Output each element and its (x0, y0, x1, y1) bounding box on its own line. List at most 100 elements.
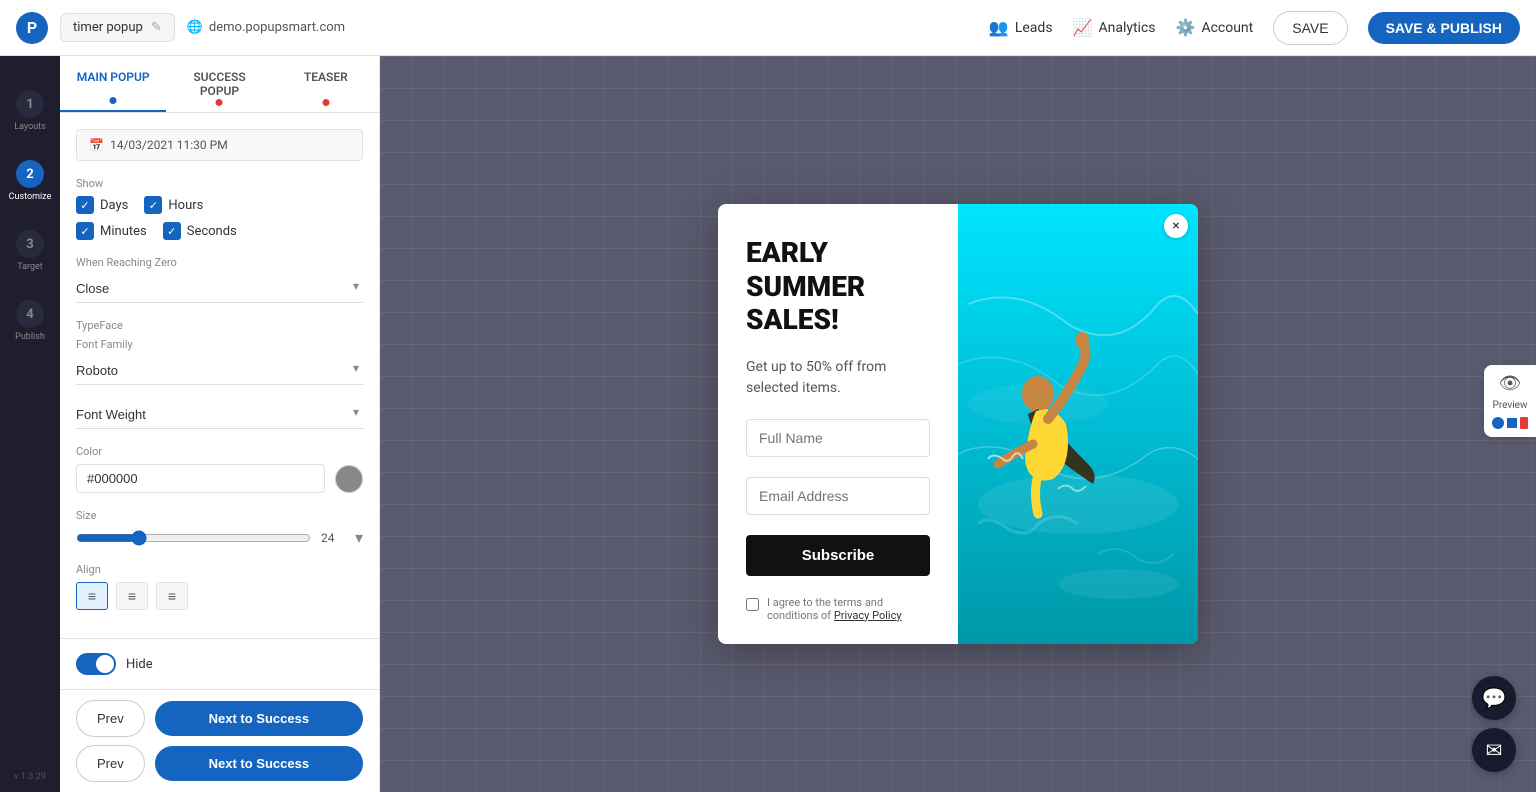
hours-checkbox[interactable]: ✓ (144, 196, 162, 214)
font-family-select[interactable]: Roboto Arial Georgia (76, 357, 363, 385)
minutes-checkbox[interactable]: ✓ (76, 222, 94, 240)
preview-dot-tablet[interactable] (1507, 418, 1517, 428)
sidebar-icons: 1 Layouts 2 Customize 3 Target 4 Publish… (0, 56, 60, 792)
font-weight-select[interactable]: Font Weight 400 700 (76, 401, 363, 429)
popup-subtext: Get up to 50% off from selected items. (746, 357, 930, 399)
align-center-button[interactable]: ≡ (116, 582, 148, 610)
full-name-input[interactable] (746, 419, 930, 457)
popup-left: EARLY SUMMER SALES! Get up to 50% off fr… (718, 204, 958, 644)
font-weight-group: Font Weight 400 700 (76, 401, 363, 429)
analytics-icon: 📈 (1073, 18, 1093, 37)
sidebar-item-publish[interactable]: 4 Publish (0, 286, 60, 356)
hide-toggle[interactable] (76, 653, 116, 675)
popup-name-display[interactable]: timer popup ✎ (60, 13, 175, 42)
popup-headline: EARLY SUMMER SALES! (746, 236, 930, 337)
color-row: #000000 (76, 464, 363, 493)
prev-button-2[interactable]: Prev (76, 745, 145, 782)
save-publish-button[interactable]: SAVE & PUBLISH (1368, 12, 1520, 44)
days-label: Days (100, 198, 128, 213)
color-swatch[interactable] (335, 465, 363, 493)
sidebar-item-customize[interactable]: 2 Customize (0, 146, 60, 216)
close-icon: × (1172, 218, 1179, 234)
show-seconds[interactable]: ✓ Seconds (163, 222, 237, 240)
tab-teaser-label: TEASER (304, 70, 348, 84)
align-row: ≡ ≡ ≡ (76, 582, 363, 610)
size-slider[interactable] (76, 530, 311, 546)
prev-button-1[interactable]: Prev (76, 700, 145, 737)
when-reaching-zero-select[interactable]: Close Redirect Hide (76, 275, 363, 303)
size-group: Size 24 ▾ (76, 509, 363, 547)
url-text: demo.popupsmart.com (209, 20, 345, 35)
show-minutes[interactable]: ✓ Minutes (76, 222, 147, 240)
show-hours[interactable]: ✓ Hours (144, 196, 203, 214)
account-icon: ⚙️ (1176, 18, 1196, 37)
when-reaching-zero-label: When Reaching Zero (76, 256, 363, 269)
typeface-group: TypeFace Font Family Roboto Arial Georgi… (76, 319, 363, 385)
analytics-label: Analytics (1098, 20, 1155, 36)
bottom-nav-row-1: Prev Next to Success (76, 700, 363, 737)
days-checkbox[interactable]: ✓ (76, 196, 94, 214)
popup-image (958, 204, 1198, 644)
email-address-input[interactable] (746, 477, 930, 515)
tab-main-popup[interactable]: MAIN POPUP (60, 56, 166, 112)
align-left-button[interactable]: ≡ (76, 582, 108, 610)
when-reaching-zero-select-wrapper: Close Redirect Hide (76, 275, 363, 303)
preview-dot-desktop[interactable] (1492, 417, 1504, 429)
preview-toggle[interactable]: 👁 Preview (1484, 365, 1536, 437)
popup-close-button[interactable]: × (1164, 214, 1188, 238)
nav-leads[interactable]: 👥 Leads (989, 18, 1053, 37)
preview-dot-mobile[interactable] (1520, 417, 1528, 429)
seconds-checkbox[interactable]: ✓ (163, 222, 181, 240)
popup-privacy: I agree to the terms and conditions of P… (746, 596, 930, 622)
font-family-label: Font Family (76, 338, 363, 351)
nav-analytics[interactable]: 📈 Analytics (1073, 18, 1156, 37)
datetime-text: 14/03/2021 11:30 PM (110, 138, 228, 152)
chat-icon-2[interactable]: ✉ (1472, 728, 1516, 772)
account-label: Account (1201, 20, 1253, 36)
url-display: 🌐 demo.popupsmart.com (187, 20, 345, 35)
main-layout: 1 Layouts 2 Customize 3 Target 4 Publish… (0, 56, 1536, 792)
color-group: Color #000000 (76, 445, 363, 493)
privacy-text: I agree to the terms and conditions of P… (767, 596, 930, 622)
popup-preview: EARLY SUMMER SALES! Get up to 50% off fr… (718, 204, 1198, 644)
pool-image-svg (958, 204, 1198, 644)
sidebar-version: v 1.3.29 (14, 772, 46, 792)
preview-eye-icon: 👁 (1499, 373, 1522, 394)
next-button-1[interactable]: Next to Success (155, 701, 363, 736)
align-right-button[interactable]: ≡ (156, 582, 188, 610)
topbar: P timer popup ✎ 🌐 demo.popupsmart.com 👥 … (0, 0, 1536, 56)
privacy-checkbox[interactable] (746, 598, 759, 611)
privacy-policy-link[interactable]: Privacy Policy (834, 609, 902, 622)
nav-account[interactable]: ⚙️ Account (1176, 18, 1254, 37)
save-button[interactable]: SAVE (1273, 11, 1347, 45)
sidebar-item-target[interactable]: 3 Target (0, 216, 60, 286)
sidebar-item-layouts[interactable]: 1 Layouts (0, 76, 60, 146)
next-button-2[interactable]: Next to Success (155, 746, 363, 781)
bottom-nav-row-2: Prev Next to Success (76, 745, 363, 782)
size-decrement-icon[interactable]: ▾ (355, 528, 363, 547)
align-group: Align ≡ ≡ ≡ (76, 563, 363, 610)
color-input[interactable]: #000000 (76, 464, 325, 493)
tab-main-popup-label: MAIN POPUP (77, 70, 150, 84)
globe-icon: 🌐 (187, 20, 203, 35)
show-days[interactable]: ✓ Days (76, 196, 128, 214)
align-label: Align (76, 563, 363, 576)
tab-success-popup[interactable]: SUCCESS POPUP (166, 56, 272, 112)
customize-number: 2 (26, 167, 33, 182)
sidebar-target-label: Target (17, 262, 43, 272)
hide-toggle-row: Hide (60, 638, 379, 689)
hide-label: Hide (126, 657, 153, 672)
sidebar-customize-label: Customize (9, 192, 52, 202)
popup-name-text: timer popup (73, 20, 143, 35)
show-row-2: ✓ Minutes ✓ Seconds (76, 222, 363, 240)
font-weight-select-wrapper: Font Weight 400 700 (76, 401, 363, 429)
size-row: 24 ▾ (76, 528, 363, 547)
publish-number: 4 (26, 307, 33, 322)
edit-icon: ✎ (151, 20, 162, 35)
color-label: Color (76, 445, 363, 458)
subscribe-button[interactable]: Subscribe (746, 535, 930, 576)
tab-teaser[interactable]: TEASER (273, 56, 379, 112)
show-row-1: ✓ Days ✓ Hours (76, 196, 363, 214)
chat-icon-1[interactable]: 💬 (1472, 676, 1516, 720)
logo[interactable]: P (16, 12, 48, 44)
